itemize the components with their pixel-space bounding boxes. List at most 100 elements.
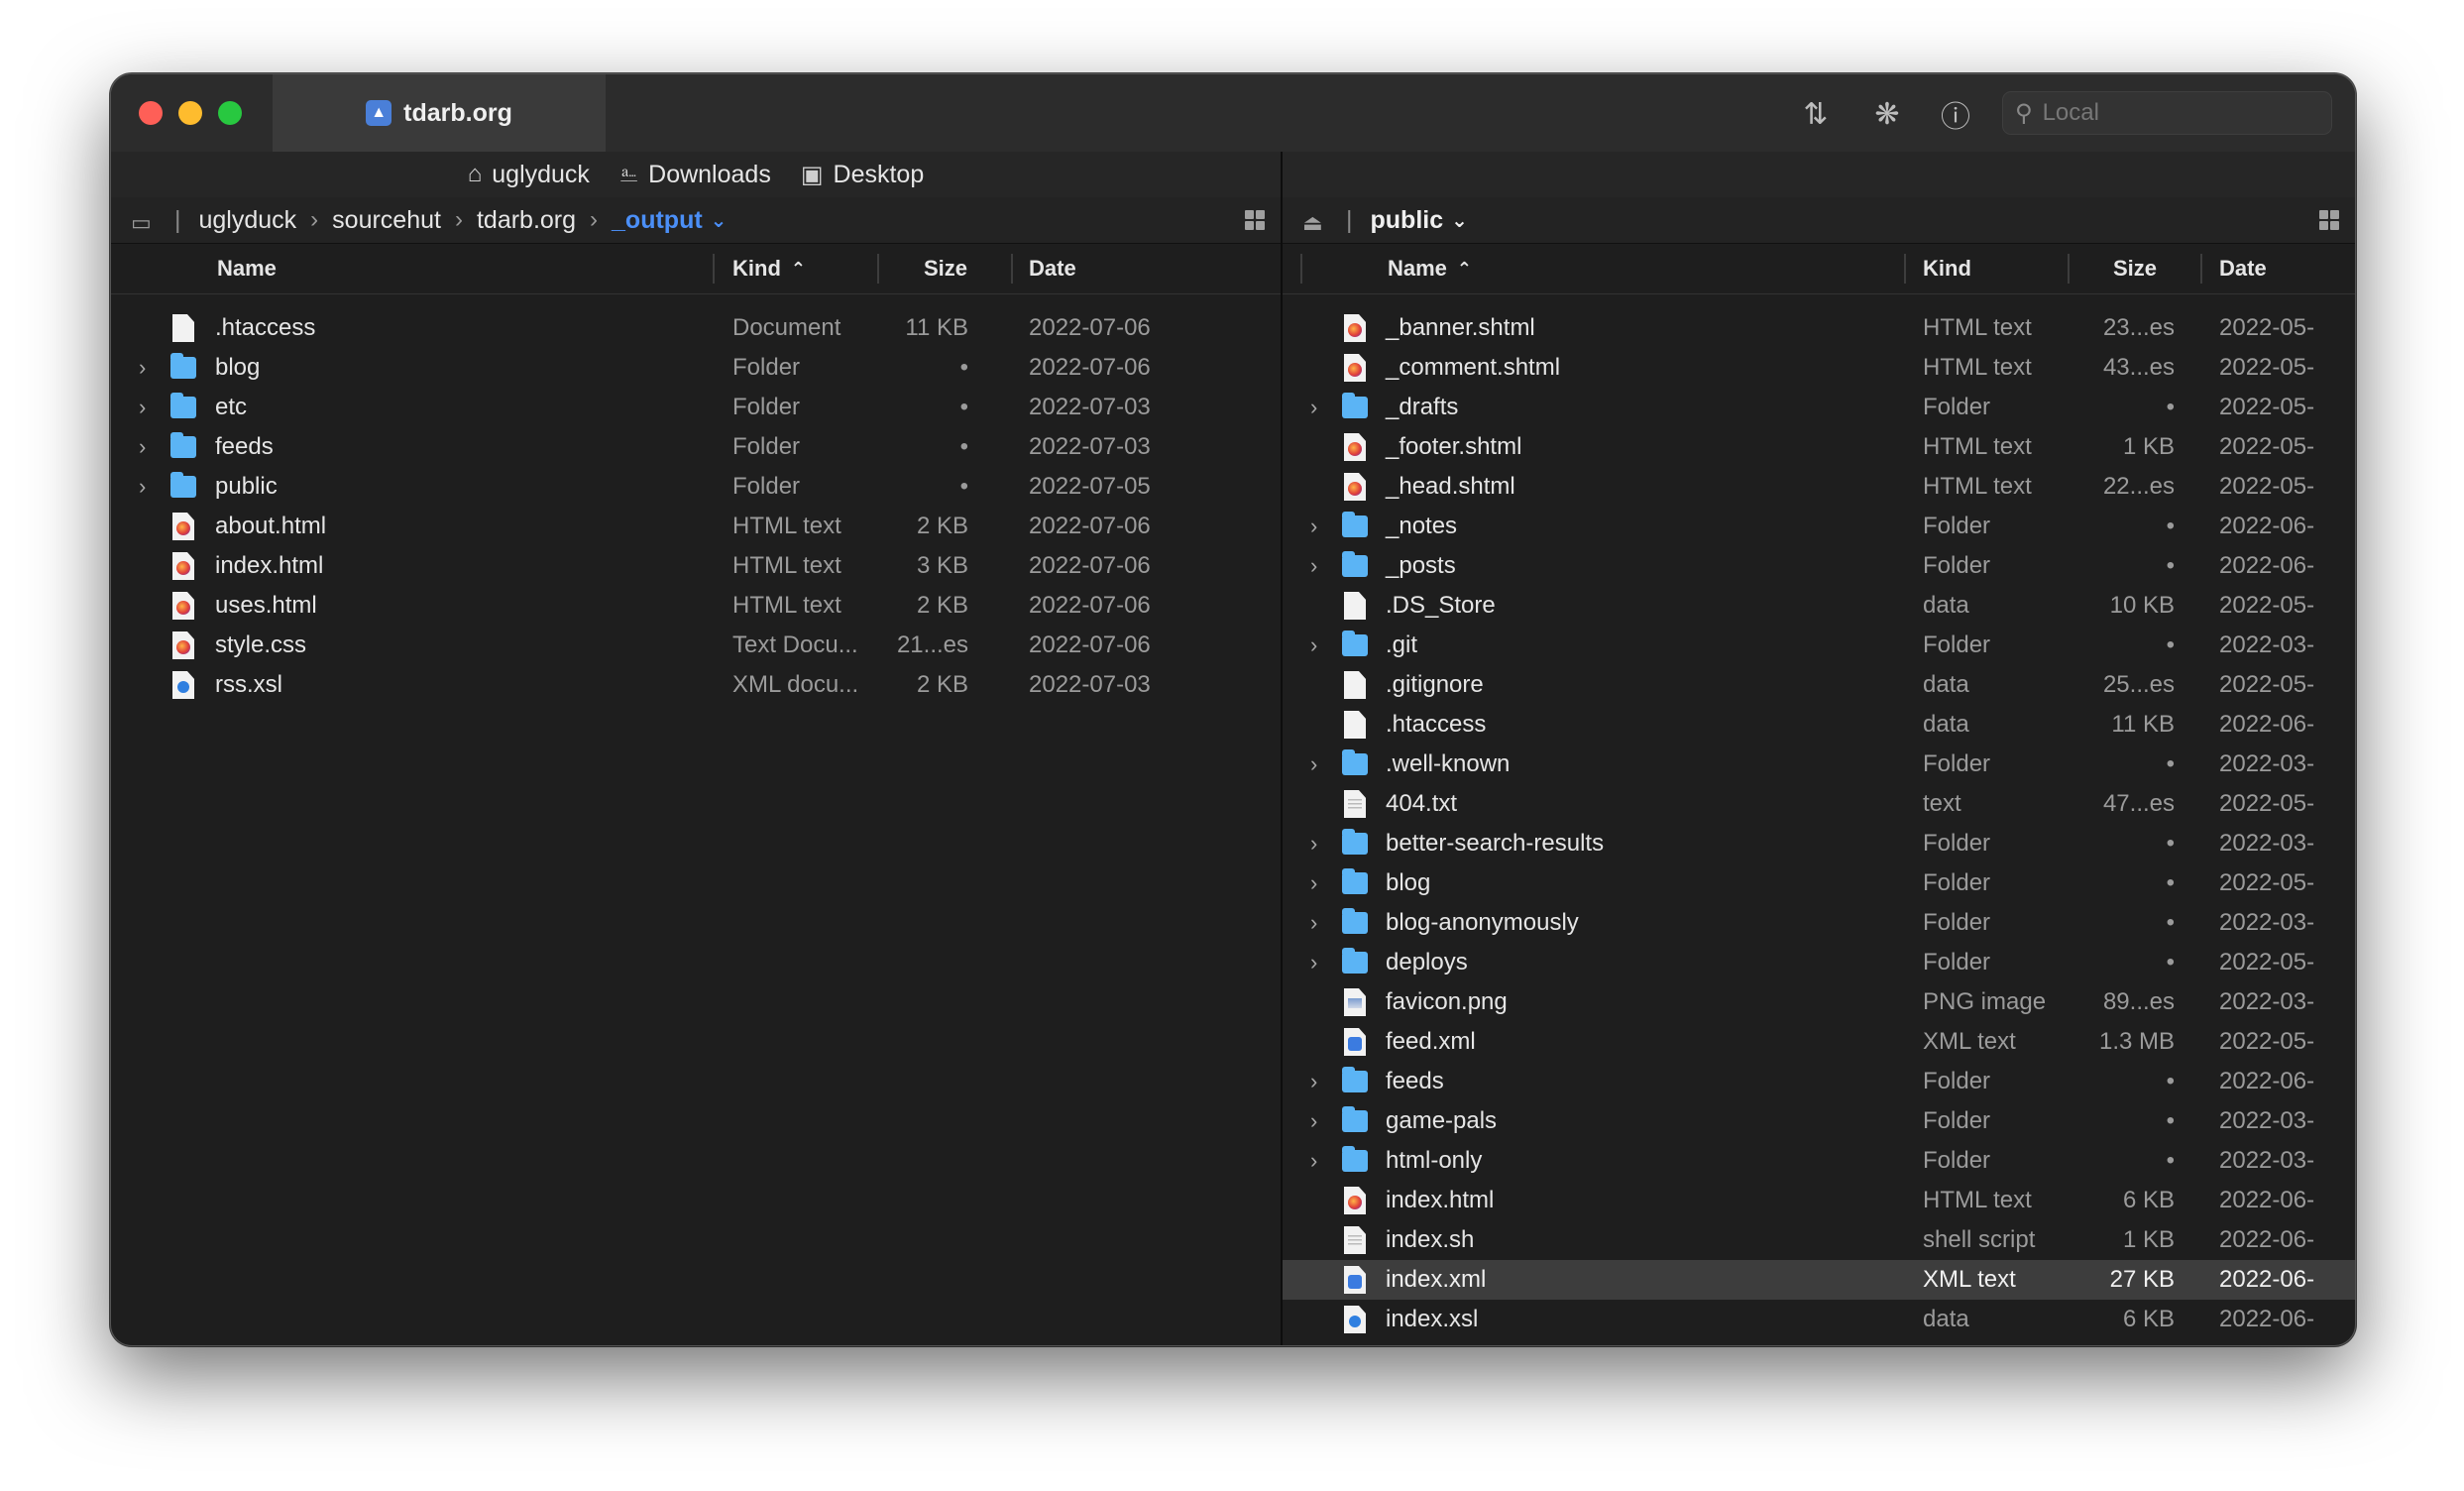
disclosure-chevron-icon[interactable]: › xyxy=(1310,388,1317,427)
disclosure-chevron-icon[interactable]: › xyxy=(1310,1062,1317,1101)
favorite-desktop[interactable]: ▣ Desktop xyxy=(801,161,924,189)
file-row[interactable]: index.sh shell script 1 KB 2022-06- xyxy=(1283,1220,2355,1260)
file-row[interactable]: › blog Folder • 2022-05- xyxy=(1283,863,2355,903)
file-size: • xyxy=(2166,552,2175,579)
column-size[interactable]: Size xyxy=(924,244,967,293)
disclosure-chevron-icon[interactable]: › xyxy=(139,467,146,507)
transfer-icon[interactable]: ⇅ xyxy=(1798,96,1834,132)
info-icon[interactable]: ⓘ xyxy=(1938,96,1973,134)
tab-title: tdarb.org xyxy=(403,98,512,127)
crumb-sourcehut[interactable]: sourcehut xyxy=(332,206,441,235)
crumb-uglyduck[interactable]: uglyduck xyxy=(199,206,297,235)
file-row[interactable]: index.xml XML text 27 KB 2022-06- xyxy=(1283,1260,2355,1300)
view-mode-icon[interactable] xyxy=(1245,210,1265,230)
favorite-downloads[interactable]: ⎁ Downloads xyxy=(619,161,771,189)
file-row[interactable]: › blog Folder • 2022-07-06 xyxy=(111,348,1281,388)
column-kind[interactable]: Kind xyxy=(1923,244,1971,293)
file-row[interactable]: uses.html HTML text 2 KB 2022-07-06 xyxy=(111,586,1281,626)
disk-icon[interactable]: ▭ xyxy=(131,210,157,235)
zoom-window-button[interactable] xyxy=(218,101,242,125)
crumb-current-folder[interactable]: _output xyxy=(612,206,703,235)
file-name: _posts xyxy=(1386,552,1456,579)
file-size: • xyxy=(2166,830,2175,857)
search-field[interactable]: ⚲ Local xyxy=(2002,91,2332,135)
file-date: 2022-07-06 xyxy=(1029,354,1151,381)
column-name[interactable]: Name ⌃ xyxy=(1388,244,1472,293)
favorite-uglyduck[interactable]: ⌂ uglyduck xyxy=(468,161,590,189)
file-row[interactable]: favicon.png PNG image 89...es 2022-03- xyxy=(1283,982,2355,1022)
file-row[interactable]: index.html HTML text 6 KB 2022-06- xyxy=(1283,1181,2355,1220)
column-separator[interactable] xyxy=(1300,254,1302,284)
file-row[interactable]: feed.xml XML text 1.3 MB 2022-05- xyxy=(1283,1022,2355,1062)
column-separator[interactable] xyxy=(713,254,715,284)
file-row[interactable]: › _drafts Folder • 2022-05- xyxy=(1283,388,2355,427)
chevron-down-icon[interactable]: ⌄ xyxy=(1451,208,1468,233)
file-icon-cell xyxy=(1342,824,1368,863)
file-name: index.html xyxy=(1386,1187,1495,1213)
file-row[interactable]: › .git Folder • 2022-03- xyxy=(1283,626,2355,665)
column-separator[interactable] xyxy=(877,254,879,284)
disclosure-chevron-icon[interactable]: › xyxy=(1310,1101,1317,1141)
file-row[interactable]: › feeds Folder • 2022-06- xyxy=(1283,1062,2355,1101)
column-name[interactable]: Name xyxy=(217,244,277,293)
file-row[interactable]: › deploys Folder • 2022-05- xyxy=(1283,943,2355,982)
disclosure-chevron-icon[interactable]: › xyxy=(1310,745,1317,784)
file-row[interactable]: _head.shtml HTML text 22...es 2022-05- xyxy=(1283,467,2355,507)
file-row[interactable]: _banner.shtml HTML text 23...es 2022-05- xyxy=(1283,308,2355,348)
column-separator[interactable] xyxy=(2200,254,2202,284)
disclosure-chevron-icon[interactable]: › xyxy=(139,388,146,427)
file-row[interactable]: about.html HTML text 2 KB 2022-07-06 xyxy=(111,507,1281,546)
disclosure-chevron-icon[interactable]: › xyxy=(139,348,146,388)
file-name: better-search-results xyxy=(1386,830,1605,857)
column-separator[interactable] xyxy=(1904,254,1906,284)
file-row[interactable]: .DS_Store data 10 KB 2022-05- xyxy=(1283,586,2355,626)
file-row[interactable]: › feeds Folder • 2022-07-03 xyxy=(111,427,1281,467)
column-separator[interactable] xyxy=(2068,254,2070,284)
file-row[interactable]: style.css Text Docu... 21...es 2022-07-06 xyxy=(111,626,1281,665)
column-date[interactable]: Date xyxy=(2219,244,2267,293)
file-row[interactable]: › _posts Folder • 2022-06- xyxy=(1283,546,2355,586)
disclosure-chevron-icon[interactable]: › xyxy=(1310,1141,1317,1181)
file-row[interactable]: 404.txt text 47...es 2022-05- xyxy=(1283,784,2355,824)
file-size: 2 KB xyxy=(916,592,968,619)
disclosure-chevron-icon[interactable]: › xyxy=(1310,943,1317,982)
chevron-down-icon[interactable]: ⌄ xyxy=(711,208,728,233)
file-row[interactable]: › blog-anonymously Folder • 2022-03- xyxy=(1283,903,2355,943)
view-mode-icon[interactable] xyxy=(2319,210,2339,230)
file-row[interactable]: › better-search-results Folder • 2022-03- xyxy=(1283,824,2355,863)
column-date[interactable]: Date xyxy=(1029,244,1076,293)
disclosure-chevron-icon[interactable]: › xyxy=(1310,546,1317,586)
file-name: game-pals xyxy=(1386,1107,1498,1134)
file-row[interactable]: .htaccess data 11 KB 2022-06- xyxy=(1283,705,2355,745)
column-kind[interactable]: Kind ⌃ xyxy=(732,244,806,293)
disclosure-chevron-icon[interactable]: › xyxy=(1310,507,1317,546)
activity-icon[interactable]: ❋ xyxy=(1869,96,1905,132)
file-row[interactable]: › etc Folder • 2022-07-03 xyxy=(111,388,1281,427)
disclosure-chevron-icon[interactable]: › xyxy=(1310,824,1317,863)
file-row[interactable]: _footer.shtml HTML text 1 KB 2022-05- xyxy=(1283,427,2355,467)
file-row[interactable]: .gitignore data 25...es 2022-05- xyxy=(1283,665,2355,705)
file-row[interactable]: _comment.shtml HTML text 43...es 2022-05- xyxy=(1283,348,2355,388)
close-window-button[interactable] xyxy=(139,101,163,125)
file-row[interactable]: index.xsl data 6 KB 2022-06- xyxy=(1283,1300,2355,1339)
file-row[interactable]: › public Folder • 2022-07-05 xyxy=(111,467,1281,507)
column-separator[interactable] xyxy=(1011,254,1013,284)
file-row[interactable]: › .well-known Folder • 2022-03- xyxy=(1283,745,2355,784)
minimize-window-button[interactable] xyxy=(178,101,202,125)
disclosure-chevron-icon[interactable]: › xyxy=(1310,626,1317,665)
eject-icon[interactable]: ⏏ xyxy=(1302,210,1328,235)
disclosure-chevron-icon[interactable]: › xyxy=(1310,863,1317,903)
column-size[interactable]: Size xyxy=(2113,244,2157,293)
file-row[interactable]: › html-only Folder • 2022-03- xyxy=(1283,1141,2355,1181)
file-row[interactable]: rss.xsl XML docu... 2 KB 2022-07-03 xyxy=(111,665,1281,705)
disclosure-chevron-icon[interactable]: › xyxy=(139,427,146,467)
file-row[interactable]: index.html HTML text 3 KB 2022-07-06 xyxy=(111,546,1281,586)
crumb-tdarb-org[interactable]: tdarb.org xyxy=(477,206,576,235)
file-row[interactable]: .htaccess Document 11 KB 2022-07-06 xyxy=(111,308,1281,348)
file-row[interactable]: › game-pals Folder • 2022-03- xyxy=(1283,1101,2355,1141)
file-name: deploys xyxy=(1386,949,1468,975)
disclosure-chevron-icon[interactable]: › xyxy=(1310,903,1317,943)
file-row[interactable]: › _notes Folder • 2022-06- xyxy=(1283,507,2355,546)
tab-tdarb-org[interactable]: ▲ tdarb.org xyxy=(273,74,606,152)
crumb-current-folder[interactable]: public xyxy=(1371,206,1444,235)
